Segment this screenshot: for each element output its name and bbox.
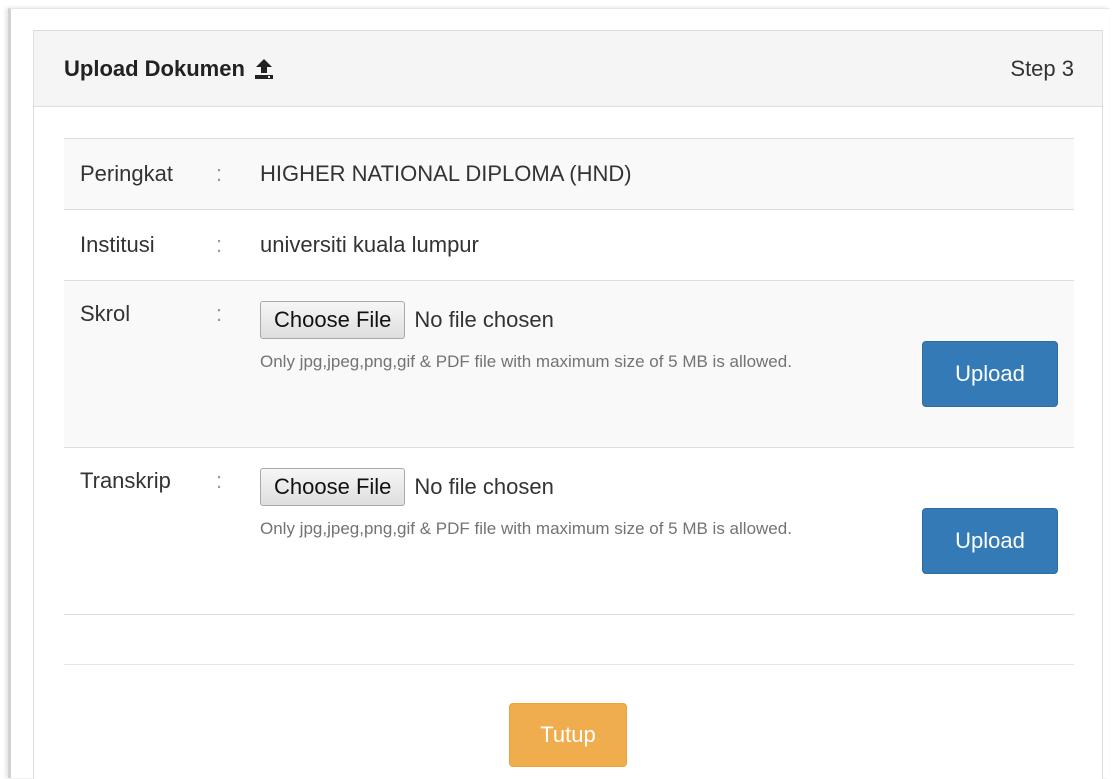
skrol-help-text: Only jpg,jpeg,png,gif & PDF file with ma…	[260, 352, 792, 371]
row-colon: :	[216, 161, 223, 186]
panel-heading: Upload Dokumen Step 3	[34, 31, 1102, 107]
table-row: Skrol : Choose File No file chosen Only …	[64, 281, 1074, 448]
transkrip-file-status: No file chosen	[414, 474, 554, 499]
document-table: Peringkat : HIGHER NATIONAL DIPLOMA (HND…	[64, 138, 1074, 615]
skrol-file-group: Choose File No file chosen Only jpg,jpeg…	[260, 301, 900, 375]
transkrip-upload-area: Choose File No file chosen Only jpg,jpeg…	[260, 468, 1074, 574]
institusi-value: universiti kuala lumpur	[260, 232, 479, 257]
row-label: Peringkat	[80, 161, 173, 186]
row-colon: :	[216, 468, 223, 493]
close-button[interactable]: Tutup	[509, 703, 627, 767]
skrol-file-input: Choose File No file chosen	[260, 301, 900, 339]
upload-icon	[253, 58, 275, 80]
skrol-upload-area: Choose File No file chosen Only jpg,jpeg…	[260, 301, 1074, 407]
panel-title: Upload Dokumen	[64, 55, 245, 81]
table-row: Peringkat : HIGHER NATIONAL DIPLOMA (HND…	[64, 139, 1074, 210]
modal-frame: Upload Dokumen Step 3 Peringkat : HIGHER…	[8, 8, 1109, 779]
transkrip-help-text: Only jpg,jpeg,png,gif & PDF file with ma…	[260, 519, 792, 538]
transkrip-choose-file-button[interactable]: Choose File	[260, 468, 406, 506]
skrol-upload-button[interactable]: Upload	[922, 341, 1058, 407]
panel-title-wrap: Upload Dokumen	[64, 56, 275, 82]
upload-panel: Upload Dokumen Step 3 Peringkat : HIGHER…	[33, 30, 1103, 779]
step-indicator: Step 3	[1010, 55, 1074, 81]
table-row: Transkrip : Choose File No file chosen O…	[64, 448, 1074, 615]
row-label: Skrol	[80, 301, 131, 326]
skrol-choose-file-button[interactable]: Choose File	[260, 301, 406, 339]
row-colon: :	[216, 232, 223, 257]
peringkat-value: HIGHER NATIONAL DIPLOMA (HND)	[260, 161, 632, 186]
table-row: Institusi : universiti kuala lumpur	[64, 210, 1074, 281]
footer-divider	[64, 664, 1074, 665]
skrol-file-status: No file chosen	[414, 307, 554, 332]
row-label: Transkrip	[80, 468, 171, 493]
transkrip-file-input: Choose File No file chosen	[260, 468, 900, 506]
transkrip-upload-button[interactable]: Upload	[922, 508, 1058, 574]
transkrip-file-group: Choose File No file chosen Only jpg,jpeg…	[260, 468, 900, 542]
row-label: Institusi	[80, 232, 155, 257]
row-colon: :	[216, 301, 223, 326]
